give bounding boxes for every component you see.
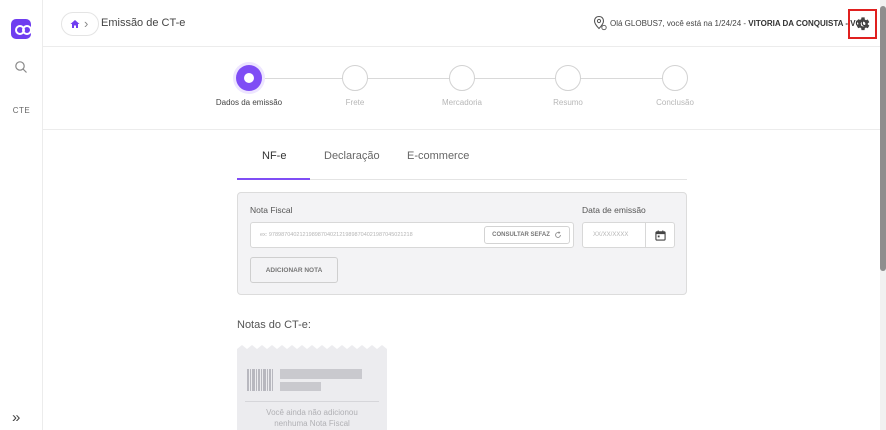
step-resumo[interactable] (555, 65, 581, 91)
top-header: › Emissão de CT-e Olá GLOBUS7, você está… (43, 0, 886, 47)
empty-notes-message: Você ainda não adicionou nenhuma Nota Fi… (237, 407, 387, 429)
chevron-right-icon: › (84, 16, 89, 31)
adicionar-nota-button[interactable]: ADICIONAR NOTA (250, 257, 338, 283)
calendar-button[interactable] (645, 223, 674, 247)
progress-stepper: Dados da emissão Frete Mercadoria Resumo… (43, 47, 886, 130)
sidebar-item-cte[interactable]: CTE (0, 106, 43, 115)
placeholder-bar (280, 382, 321, 391)
barcode-icon (247, 369, 273, 391)
step-label: Conclusão (656, 98, 694, 107)
step-mercadoria[interactable] (449, 65, 475, 91)
nota-fiscal-placeholder: ex: 978987040212198987040212198987040219… (260, 232, 413, 238)
step-label: Dados da emissão (215, 98, 283, 107)
user-location-greeting: Olá GLOBUS7, você está na 1/24/24 - VITO… (610, 19, 868, 28)
settings-button[interactable] (848, 9, 877, 39)
nota-fiscal-input[interactable]: ex: 978987040212198987040212198987040219… (250, 222, 574, 248)
placeholder-bar (280, 369, 362, 379)
app-root: CTE » › Emissão de CT-e Olá GLOBUS7, voc… (0, 0, 886, 430)
step-dados-da-emissao[interactable] (236, 65, 262, 91)
receipt-divider (245, 401, 379, 402)
data-emissao-label: Data de emissão (582, 205, 646, 215)
data-emissao-input[interactable]: XX/XX/XXXX (582, 222, 675, 248)
document-type-tabs: NF-e Declaração E-commerce (237, 140, 687, 180)
step-conclusao[interactable] (662, 65, 688, 91)
empty-notes-line1: Você ainda não adicionou (266, 408, 358, 417)
nota-fiscal-label: Nota Fiscal (250, 205, 293, 215)
tab-declaracao[interactable]: Declaração (324, 150, 380, 162)
step-label: Resumo (553, 98, 583, 107)
consultar-sefaz-button[interactable]: CONSULTAR SEFAZ (484, 226, 570, 244)
active-tab-indicator (237, 178, 310, 180)
page-title: Emissão de CT-e (101, 17, 186, 29)
location-pin-icon (593, 15, 607, 31)
calendar-icon (654, 229, 666, 241)
nota-fiscal-form: Nota Fiscal ex: 978987040212198987040212… (237, 192, 687, 295)
page-scrollbar[interactable] (880, 0, 886, 430)
empty-notes-line2: nenhuma Nota Fiscal (274, 419, 350, 428)
greeting-text: Olá GLOBUS7, você está na 1/24/24 - (610, 19, 749, 28)
step-label: Frete (345, 98, 365, 107)
expand-sidebar-icon[interactable]: » (12, 409, 20, 426)
search-icon[interactable] (14, 60, 28, 74)
step-label: Mercadoria (441, 98, 482, 107)
scrollbar-thumb[interactable] (880, 6, 886, 271)
refresh-icon (555, 231, 561, 238)
sidebar: CTE » (0, 0, 43, 430)
logo-icon[interactable] (11, 19, 32, 39)
empty-notes-placeholder: Você ainda não adicionou nenhuma Nota Fi… (237, 349, 387, 430)
data-emissao-placeholder: XX/XX/XXXX (593, 232, 629, 238)
notas-section-title: Notas do CT-e: (237, 319, 311, 331)
tab-nfe[interactable]: NF-e (262, 150, 286, 162)
step-frete[interactable] (342, 65, 368, 91)
tab-ecommerce[interactable]: E-commerce (407, 150, 469, 162)
breadcrumb-home[interactable]: › (61, 12, 99, 36)
gear-icon (856, 17, 869, 31)
consultar-sefaz-label: CONSULTAR SEFAZ (492, 232, 550, 238)
home-icon (70, 20, 80, 28)
